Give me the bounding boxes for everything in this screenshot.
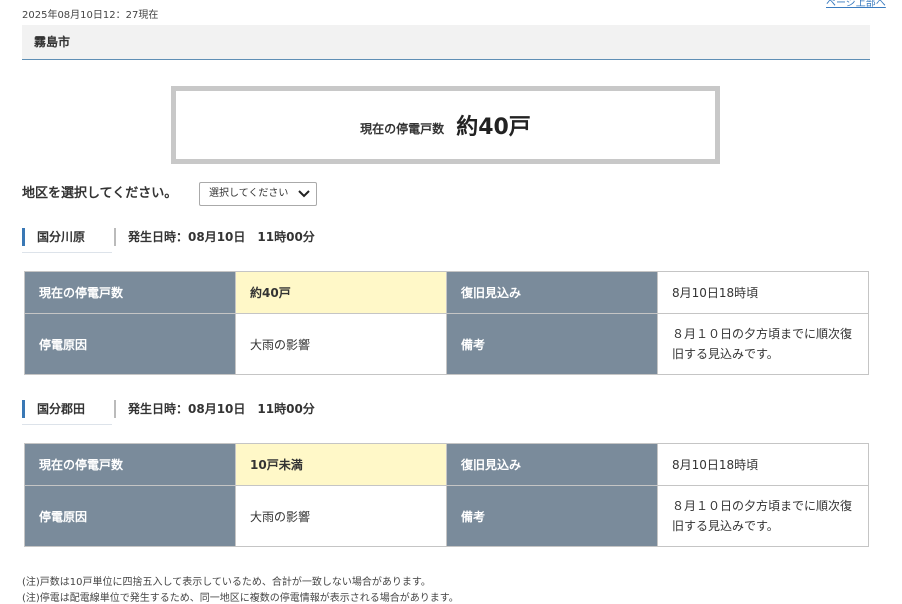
outage-count-header: 現在の停電戸数 xyxy=(24,443,236,486)
outage-count-value: 約40戸 xyxy=(235,271,447,314)
page-top-link[interactable]: ページ上部へ xyxy=(826,0,886,9)
outage-count-header: 現在の停電戸数 xyxy=(24,271,236,314)
city-name-bar: 霧島市 xyxy=(22,25,870,60)
outage-cause-header: 停電原因 xyxy=(24,485,236,547)
remarks-header: 備考 xyxy=(446,485,658,547)
chevron-down-icon xyxy=(298,190,310,198)
update-timestamp: 2025年08月10日12：27現在 xyxy=(22,10,159,21)
recovery-estimate-value: 8月10日18時頃 xyxy=(657,271,869,314)
total-outage-box: 現在の停電戸数 約40戸 xyxy=(171,86,720,164)
recovery-estimate-value: 8月10日18時頃 xyxy=(657,443,869,486)
outage-info-table-1: 現在の停電戸数 約40戸 復旧見込み 8月10日18時頃 停電原因 大雨の影響 … xyxy=(24,271,869,375)
area-select-label: 地区を選択してください。 xyxy=(22,186,178,201)
occurrence-datetime: 発生日時：08月10日 11時00分 xyxy=(114,400,315,418)
outage-cause-value: 大雨の影響 xyxy=(235,313,447,375)
table-row: 現在の停電戸数 約40戸 復旧見込み 8月10日18時頃 xyxy=(24,271,869,314)
occurrence-datetime: 発生日時：08月10日 11時00分 xyxy=(114,228,315,246)
total-outage-value: 約40戸 xyxy=(456,115,531,140)
footnote-multiple: (注)停電は配電線単位で発生するため、同一地区に複数の停電情報が表示される場合が… xyxy=(22,593,459,604)
table-row: 停電原因 大雨の影響 備考 ８月１０日の夕方頃までに順次復旧する見込みです。 xyxy=(24,485,869,547)
outage-count-value: 10戸未満 xyxy=(235,443,447,486)
outage-cause-value: 大雨の影響 xyxy=(235,485,447,547)
outage-cause-header: 停電原因 xyxy=(24,313,236,375)
table-row: 現在の停電戸数 10戸未満 復旧見込み 8月10日18時頃 xyxy=(24,443,869,486)
remarks-value: ８月１０日の夕方頃までに順次復旧する見込みです。 xyxy=(657,313,869,375)
footnote-rounding: (注)戸数は10戸単位に四捨五入して表示しているため、合計が一致しない場合があり… xyxy=(22,577,431,588)
district-underline xyxy=(22,252,112,253)
remarks-value: ８月１０日の夕方頃までに順次復旧する見込みです。 xyxy=(657,485,869,547)
recovery-estimate-header: 復旧見込み xyxy=(446,271,658,314)
area-select-value: 選択してください xyxy=(209,188,289,199)
outage-info-table-2: 現在の停電戸数 10戸未満 復旧見込み 8月10日18時頃 停電原因 大雨の影響… xyxy=(24,443,869,547)
total-outage-label: 現在の停電戸数 xyxy=(360,121,445,136)
remarks-header: 備考 xyxy=(446,313,658,375)
area-select-dropdown[interactable]: 選択してください xyxy=(199,182,317,206)
table-row: 停電原因 大雨の影響 備考 ８月１０日の夕方頃までに順次復旧する見込みです。 xyxy=(24,313,869,375)
district-underline xyxy=(22,424,112,425)
district-name: 国分川原 xyxy=(22,228,85,246)
recovery-estimate-header: 復旧見込み xyxy=(446,443,658,486)
district-name: 国分郡田 xyxy=(22,400,85,418)
